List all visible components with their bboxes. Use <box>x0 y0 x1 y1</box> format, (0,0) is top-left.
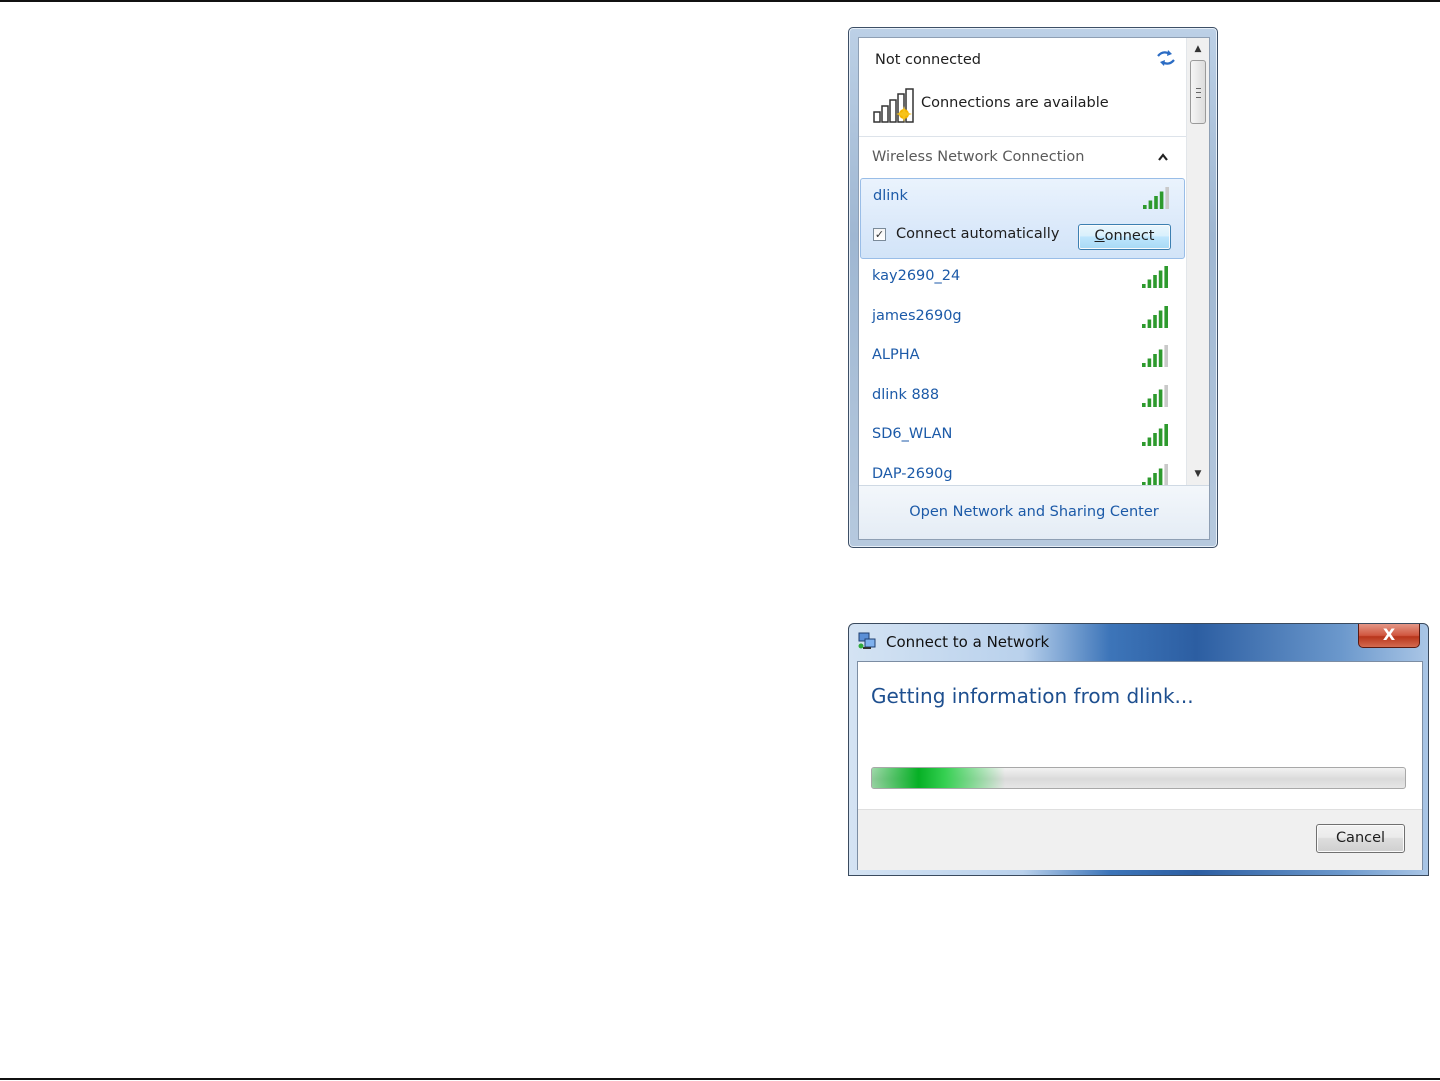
signal-strength-icon <box>1142 463 1168 485</box>
bottom-rule <box>0 1078 1440 1080</box>
signal-bar <box>1164 266 1168 288</box>
signal-bar <box>1153 354 1157 367</box>
signal-bar <box>1164 305 1168 328</box>
flyout-panel: Not connected Connections are available … <box>858 37 1210 540</box>
signal-bar <box>1143 205 1147 209</box>
signal-bar <box>1147 358 1152 367</box>
signal-bar <box>1164 384 1168 407</box>
signal-bar <box>1164 345 1168 367</box>
signal-bar <box>1147 279 1152 288</box>
connect-button-label-rest: onnect <box>1104 228 1155 244</box>
signal-bar <box>1158 428 1163 446</box>
scrollbar[interactable]: ▲ ▼ <box>1186 38 1209 485</box>
signal-bar <box>1165 187 1169 209</box>
signal-bar <box>1153 314 1157 328</box>
signal-bar <box>1158 468 1163 485</box>
signal-bar <box>1142 363 1146 367</box>
signal-bar <box>1147 398 1152 407</box>
divider <box>859 136 1186 137</box>
scrollbar-thumb[interactable] <box>1190 60 1206 124</box>
network-list-item[interactable]: ALPHA <box>860 338 1185 376</box>
signal-strength-icon <box>1142 345 1168 367</box>
signal-strength-icon <box>1142 266 1168 288</box>
network-name: dlink 888 <box>872 386 940 403</box>
signal-bar <box>1159 191 1164 209</box>
grip-icon <box>1196 88 1201 98</box>
wireless-flyout: Not connected Connections are available … <box>848 27 1218 548</box>
signal-bar <box>1153 275 1157 288</box>
network-name: SD6_WLAN <box>872 426 953 442</box>
connect-button[interactable]: Connect <box>1078 224 1171 250</box>
network-icon <box>858 632 876 649</box>
scroll-down-arrow-icon[interactable]: ▼ <box>1191 468 1205 480</box>
connect-button-accesskey: C <box>1094 228 1105 244</box>
signal-bar <box>1153 433 1157 446</box>
signal-strength-icon <box>1142 305 1168 328</box>
connect-dialog: Connect to a Network X Getting informati… <box>848 623 1429 876</box>
progress-bar <box>871 767 1406 789</box>
progress-fill <box>872 768 1006 788</box>
network-list-item[interactable]: DAP-2690g <box>860 457 1185 485</box>
refresh-icon[interactable] <box>1155 48 1177 68</box>
section-title: Wireless Network Connection <box>872 149 1085 165</box>
network-list-item[interactable]: kay2690_24 <box>860 259 1185 297</box>
network-list-area: Not connected Connections are available … <box>859 38 1186 485</box>
signal-bar <box>1164 424 1168 446</box>
signal-bar <box>1154 196 1158 209</box>
dialog-heading: Getting information from dlink... <box>871 684 1194 708</box>
close-button[interactable]: X <box>1358 624 1420 648</box>
signal-strength-icon <box>1142 384 1168 407</box>
selected-network-item[interactable]: dlink ✓ Connect automatically Connect <box>860 178 1185 259</box>
dialog-body: Getting information from dlink... Cancel <box>857 661 1423 870</box>
signal-bar <box>1164 463 1168 485</box>
network-name: DAP-2690g <box>872 465 953 482</box>
signal-strength-icon <box>1143 187 1169 209</box>
signal-bar <box>1153 472 1157 485</box>
network-list-item[interactable]: james2690g <box>860 299 1185 337</box>
network-list-item[interactable]: dlink 888 <box>860 378 1185 416</box>
signal-bar <box>1158 349 1163 367</box>
top-rule <box>0 0 1440 2</box>
network-name: kay2690_24 <box>872 268 961 284</box>
wireless-available-icon <box>873 88 914 123</box>
chevron-up-icon[interactable] <box>1157 152 1169 162</box>
scroll-up-arrow-icon[interactable]: ▲ <box>1191 43 1205 55</box>
dialog-footer: Cancel <box>858 809 1422 870</box>
cancel-button[interactable]: Cancel <box>1316 824 1405 853</box>
signal-bar <box>1142 402 1146 407</box>
availability-text: Connections are available <box>921 95 1109 111</box>
close-icon: X <box>1382 625 1396 644</box>
signal-bar <box>1142 284 1146 288</box>
network-name: james2690g <box>872 307 962 324</box>
signal-bar <box>1158 389 1163 407</box>
signal-bar <box>1158 310 1163 328</box>
signal-strength-icon <box>1142 424 1168 446</box>
signal-bar <box>1147 477 1152 485</box>
signal-bar <box>1147 319 1152 328</box>
network-list-item[interactable]: SD6_WLAN <box>860 417 1185 455</box>
network-name: dlink <box>873 188 908 204</box>
flyout-footer: Open Network and Sharing Center <box>859 485 1209 539</box>
signal-bar <box>1147 437 1152 446</box>
signal-bar <box>1148 200 1153 209</box>
signal-bar <box>1158 270 1163 288</box>
connect-automatically-label[interactable]: Connect automatically <box>896 226 1059 242</box>
signal-bar <box>1142 323 1146 328</box>
signal-bar <box>1142 442 1146 446</box>
connect-automatically-checkbox[interactable]: ✓ <box>873 228 886 241</box>
open-network-sharing-center-link[interactable]: Open Network and Sharing Center <box>859 504 1209 520</box>
signal-bar <box>1153 393 1157 407</box>
dialog-title: Connect to a Network <box>886 633 1050 651</box>
connection-status: Not connected <box>875 52 981 68</box>
network-name: ALPHA <box>872 347 920 363</box>
